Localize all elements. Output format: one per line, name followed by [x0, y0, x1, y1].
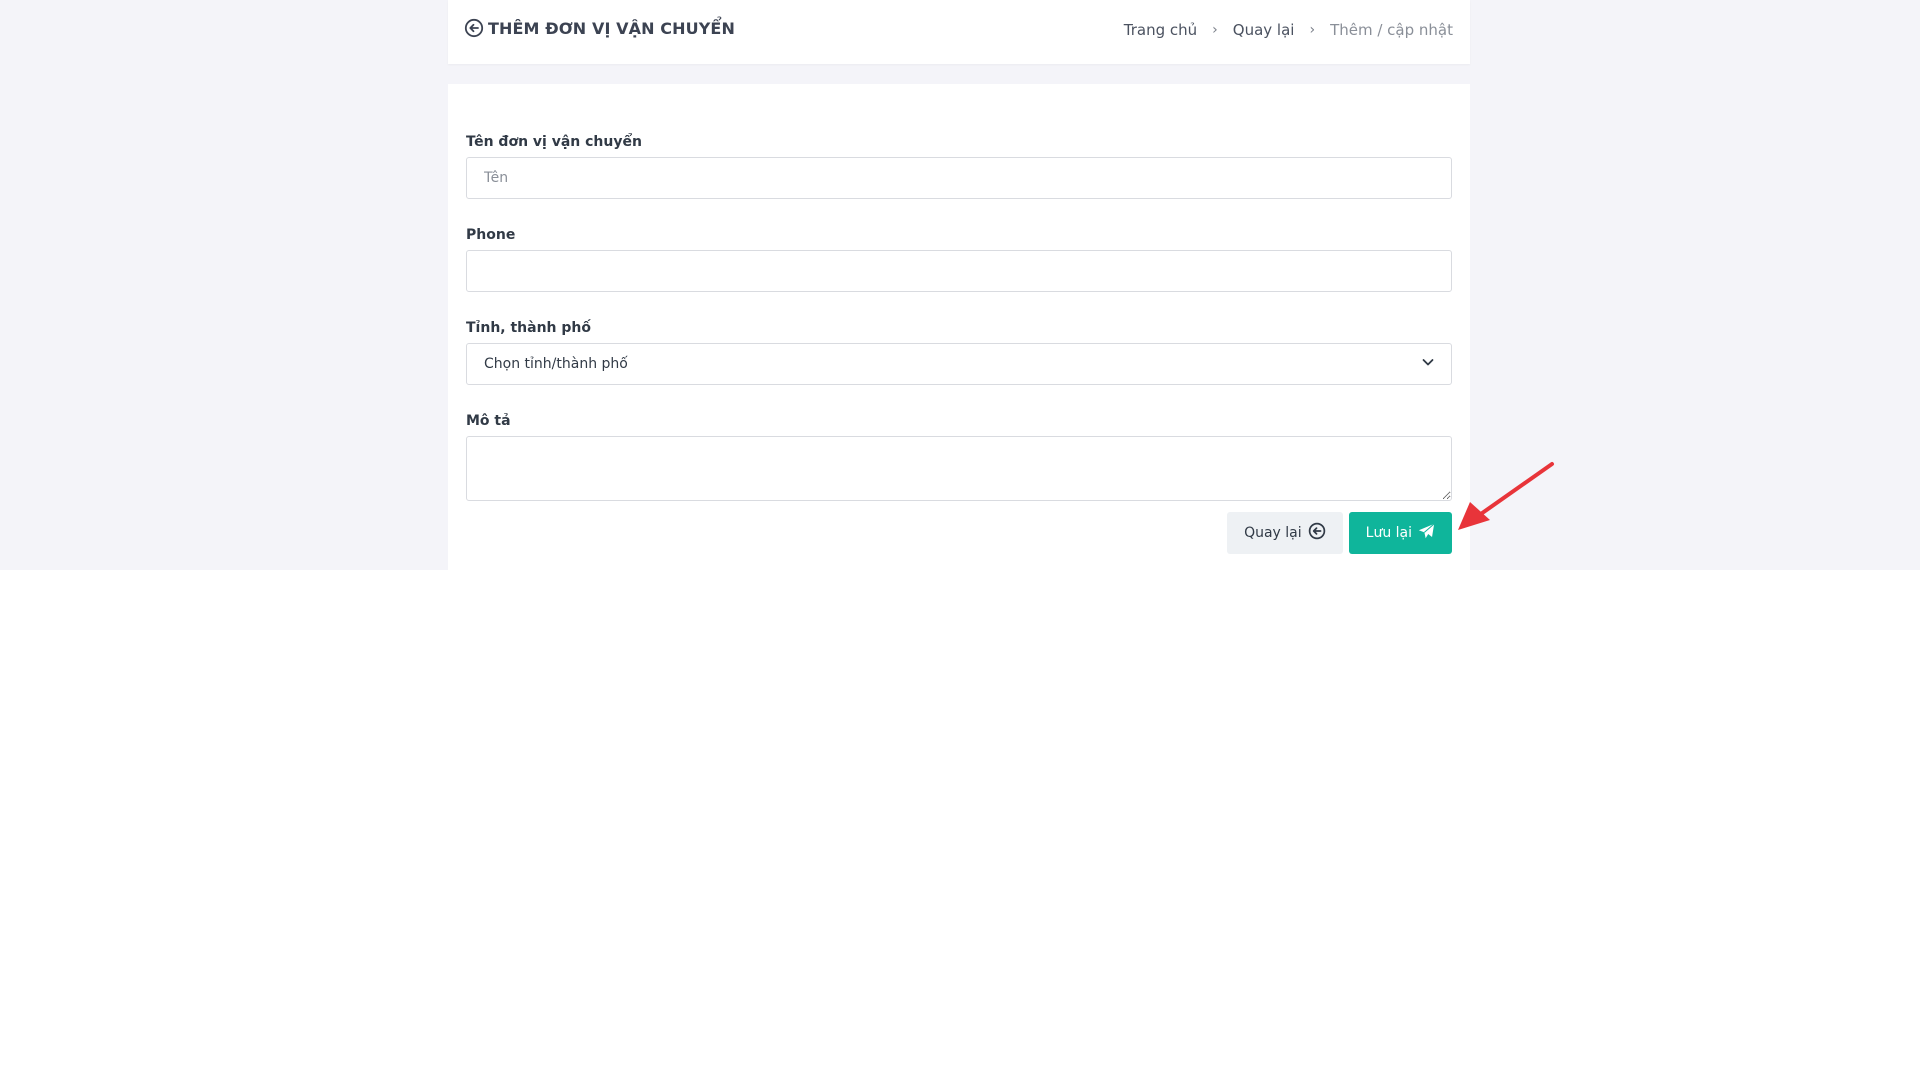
- chevron-down-icon: [1421, 355, 1435, 373]
- paper-plane-icon: [1418, 522, 1435, 544]
- phone-field-group: Phone: [466, 227, 1452, 292]
- back-button[interactable]: Quay lại: [1227, 512, 1343, 554]
- arrow-left-circle-icon[interactable]: [464, 18, 484, 38]
- province-label: Tỉnh, thành phố: [466, 320, 591, 336]
- page-container: THÊM ĐƠN VỊ VẬN CHUYỂN Trang chủ › Quay …: [448, 0, 1470, 570]
- back-button-label: Quay lại: [1244, 525, 1302, 541]
- name-input[interactable]: [466, 157, 1452, 199]
- phone-input[interactable]: [466, 250, 1452, 292]
- arrow-left-circle-icon: [1308, 522, 1326, 544]
- province-select[interactable]: Chọn tỉnh/thành phố: [466, 343, 1452, 385]
- description-label: Mô tả: [466, 413, 511, 429]
- title-wrap: THÊM ĐƠN VỊ VẬN CHUYỂN: [464, 18, 735, 38]
- province-field-group: Tỉnh, thành phố Chọn tỉnh/thành phố: [466, 320, 1452, 385]
- breadcrumb-back-link[interactable]: Quay lại: [1233, 21, 1295, 39]
- province-selected-value: Chọn tỉnh/thành phố: [484, 356, 628, 372]
- breadcrumb: Trang chủ › Quay lại › Thêm / cập nhật: [1124, 21, 1453, 39]
- breadcrumb-home-link[interactable]: Trang chủ: [1124, 21, 1197, 39]
- description-textarea[interactable]: [466, 436, 1452, 501]
- breadcrumb-chevron-icon: ›: [1309, 22, 1316, 38]
- name-field-group: Tên đơn vị vận chuyển: [466, 134, 1452, 199]
- page-header: THÊM ĐƠN VỊ VẬN CHUYỂN Trang chủ › Quay …: [448, 0, 1470, 64]
- save-button[interactable]: Lưu lại: [1348, 512, 1452, 554]
- page-title: THÊM ĐƠN VỊ VẬN CHUYỂN: [488, 18, 735, 38]
- save-button-label: Lưu lại: [1365, 525, 1412, 541]
- phone-label: Phone: [466, 227, 516, 243]
- form-actions: Quay lại Lưu lại: [466, 512, 1452, 554]
- name-label: Tên đơn vị vận chuyển: [466, 134, 642, 150]
- breadcrumb-chevron-icon: ›: [1212, 22, 1218, 38]
- breadcrumb-current: Thêm / cập nhật: [1330, 21, 1453, 39]
- form-card: Tên đơn vị vận chuyển Phone Tỉnh, thành …: [448, 84, 1470, 570]
- annotation-arrow-icon: [1458, 462, 1554, 530]
- description-field-group: Mô tả: [466, 413, 1452, 501]
